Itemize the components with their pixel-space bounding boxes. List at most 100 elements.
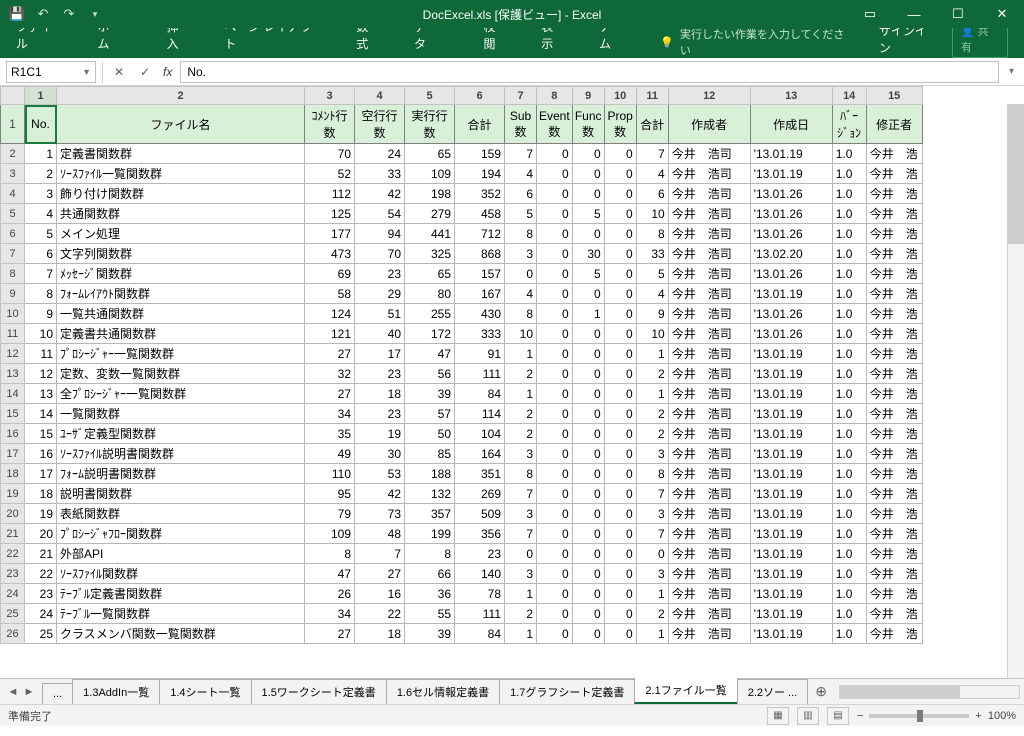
cell[interactable]: ｿｰｽﾌｧｲﾙ一覧関数群	[57, 164, 305, 184]
cell[interactable]: 0	[537, 524, 573, 544]
cell[interactable]: 430	[455, 304, 505, 324]
cell[interactable]: 今井 浩	[866, 404, 922, 424]
cell[interactable]: '13.01.19	[750, 384, 832, 404]
cell[interactable]: 0	[537, 464, 573, 484]
cell[interactable]: 26	[305, 584, 355, 604]
row-header[interactable]: 23	[1, 564, 25, 584]
cell[interactable]: ﾌﾟﾛｼｰｼﾞｬｰ一覧関数群	[57, 344, 305, 364]
cell[interactable]: 今井 浩	[866, 344, 922, 364]
cell[interactable]: 0	[572, 384, 604, 404]
cell[interactable]: 199	[405, 524, 455, 544]
cell[interactable]: 1	[505, 384, 537, 404]
cell[interactable]: 0	[537, 304, 573, 324]
cell[interactable]: 23	[355, 264, 405, 284]
cell[interactable]: 0	[572, 584, 604, 604]
cell[interactable]: 7	[505, 144, 537, 164]
cell[interactable]: 1.0	[832, 504, 866, 524]
cell[interactable]: 56	[405, 364, 455, 384]
cell[interactable]: '13.01.19	[750, 424, 832, 444]
col-header[interactable]: 15	[866, 87, 922, 105]
sheet-tab[interactable]: ...	[42, 683, 73, 704]
cell[interactable]: 0	[537, 604, 573, 624]
sheet-tab[interactable]: 1.4シート一覧	[159, 679, 251, 704]
cell[interactable]: 今井 浩	[866, 544, 922, 564]
cell[interactable]: 0	[572, 184, 604, 204]
cell[interactable]: 509	[455, 504, 505, 524]
cell[interactable]: 164	[455, 444, 505, 464]
cell[interactable]: 今井 浩	[866, 584, 922, 604]
cell[interactable]: 70	[305, 144, 355, 164]
cell[interactable]: 95	[305, 484, 355, 504]
sheet-tab[interactable]: 1.3AddIn一覧	[72, 679, 160, 704]
cell[interactable]: ﾃｰﾌﾞﾙ一覧関数群	[57, 604, 305, 624]
cell[interactable]: 4	[505, 164, 537, 184]
row-header[interactable]: 26	[1, 624, 25, 644]
cell[interactable]: 84	[455, 624, 505, 644]
cell[interactable]: 1.0	[832, 444, 866, 464]
cell[interactable]: 7	[636, 144, 668, 164]
cell[interactable]: 47	[405, 344, 455, 364]
cell[interactable]: 0	[604, 504, 636, 524]
cell[interactable]: 2	[636, 404, 668, 424]
cell[interactable]: 0	[537, 284, 573, 304]
cell[interactable]: 今井 浩	[866, 304, 922, 324]
cell[interactable]: 1	[505, 584, 537, 604]
cell[interactable]: 32	[305, 364, 355, 384]
cell[interactable]: 今井 浩司	[668, 624, 750, 644]
cell[interactable]: 868	[455, 244, 505, 264]
cell[interactable]: 0	[537, 164, 573, 184]
row-header[interactable]: 5	[1, 204, 25, 224]
cell[interactable]: 1.0	[832, 424, 866, 444]
cell[interactable]: 今井 浩	[866, 364, 922, 384]
row-header[interactable]: 9	[1, 284, 25, 304]
cell[interactable]: 109	[405, 164, 455, 184]
cell[interactable]: 今井 浩	[866, 204, 922, 224]
cell[interactable]: 0	[537, 404, 573, 424]
cell[interactable]: 1.0	[832, 624, 866, 644]
cell[interactable]: 今井 浩司	[668, 344, 750, 364]
cell[interactable]: 定数、変数一覧関数群	[57, 364, 305, 384]
cell[interactable]: 0	[537, 244, 573, 264]
cell[interactable]: 7	[355, 544, 405, 564]
cell[interactable]: 0	[572, 544, 604, 564]
cell[interactable]: 14	[25, 404, 57, 424]
cell[interactable]: 今井 浩司	[668, 364, 750, 384]
cell[interactable]: 91	[455, 344, 505, 364]
cell[interactable]: 12	[25, 364, 57, 384]
spreadsheet-grid[interactable]: 1234567891011121314151No.ファイル名ｺﾒﾝﾄ行数空行行数…	[0, 86, 1024, 678]
cell[interactable]: 2	[636, 604, 668, 624]
cell[interactable]: 今井 浩司	[668, 304, 750, 324]
cell[interactable]: 0	[572, 444, 604, 464]
cell[interactable]: 今井 浩司	[668, 604, 750, 624]
table-header-cell[interactable]: ﾊﾞｰｼﾞｮﾝ	[832, 105, 866, 144]
cell[interactable]: 11	[25, 344, 57, 364]
cell[interactable]: 8	[405, 544, 455, 564]
cell[interactable]: 34	[305, 604, 355, 624]
cell[interactable]: 0	[572, 344, 604, 364]
cell[interactable]: '13.01.19	[750, 544, 832, 564]
cell[interactable]: 今井 浩司	[668, 284, 750, 304]
cell[interactable]: 0	[537, 444, 573, 464]
cell[interactable]: 24	[355, 144, 405, 164]
cell[interactable]: 352	[455, 184, 505, 204]
row-header[interactable]: 24	[1, 584, 25, 604]
row-header[interactable]: 6	[1, 224, 25, 244]
cell[interactable]: 0	[604, 284, 636, 304]
select-all-corner[interactable]	[1, 87, 25, 105]
cell[interactable]: 79	[305, 504, 355, 524]
cell[interactable]: 29	[355, 284, 405, 304]
cell[interactable]: 4	[505, 284, 537, 304]
cell[interactable]: 0	[604, 404, 636, 424]
cell[interactable]: 今井 浩	[866, 604, 922, 624]
zoom-in-icon[interactable]: +	[975, 710, 981, 722]
cell[interactable]: 0	[604, 304, 636, 324]
cell[interactable]: 0	[604, 164, 636, 184]
cell[interactable]: 3	[505, 244, 537, 264]
undo-icon[interactable]: ↶	[32, 3, 54, 25]
cell[interactable]: 50	[405, 424, 455, 444]
cell[interactable]: 1	[505, 624, 537, 644]
redo-icon[interactable]: ↷	[58, 3, 80, 25]
cell[interactable]: 10	[636, 204, 668, 224]
cell[interactable]: 33	[355, 164, 405, 184]
table-header-cell[interactable]: 作成日	[750, 105, 832, 144]
